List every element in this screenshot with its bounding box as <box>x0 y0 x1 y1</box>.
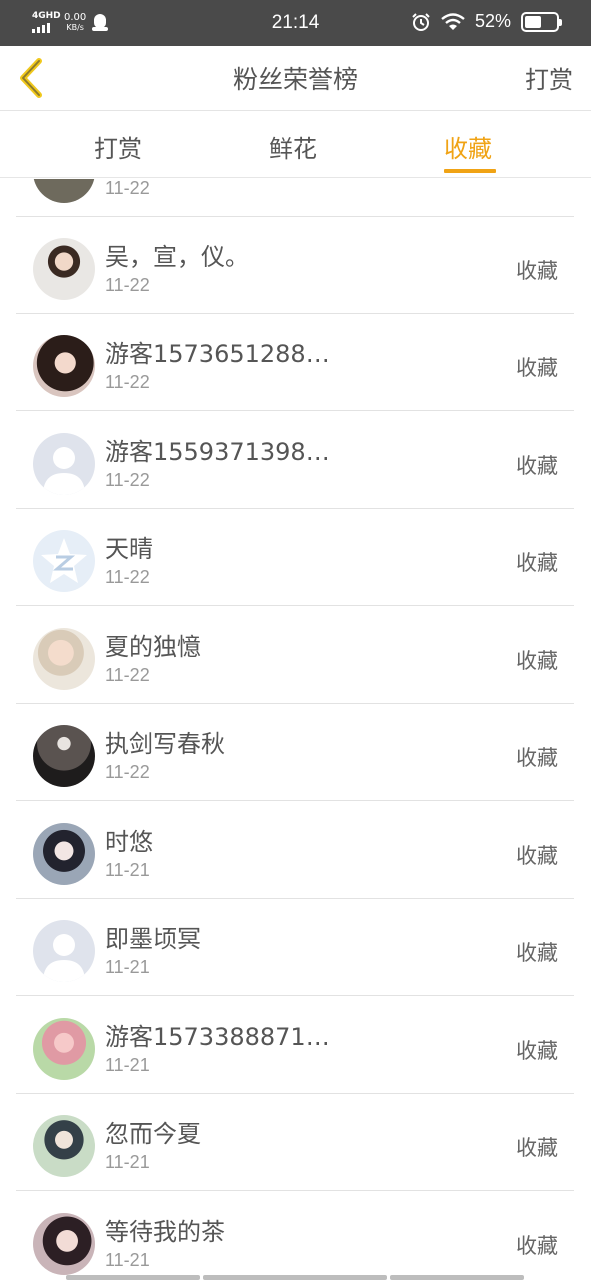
list-item-name: 夏的独憶 <box>105 633 201 661</box>
page-title: 粉丝荣誉榜 <box>232 65 358 94</box>
reward-button[interactable]: 打赏 <box>525 60 573 95</box>
list-item-date: 11-22 <box>105 567 150 587</box>
list-item-action: 收藏 <box>516 941 558 965</box>
list-item-date: 11-21 <box>105 1152 150 1172</box>
list-item-name: 等待我的茶 <box>105 1218 225 1246</box>
bottom-indicator <box>203 1275 387 1280</box>
list-item[interactable]: 游客1573388871… 11-21 收藏 <box>16 997 574 1094</box>
list-item[interactable]: 时悠 11-21 收藏 <box>16 802 574 899</box>
list-item-action: 收藏 <box>516 1234 558 1258</box>
list-item[interactable]: 游客1559371398… 11-22 收藏 <box>16 412 574 509</box>
wifi-icon <box>441 12 465 30</box>
list-item[interactable]: 等待我的茶 11-21 收藏 <box>16 1192 574 1280</box>
tab-bar: 打赏 鲜花 收藏 <box>0 112 591 178</box>
avatar <box>33 238 95 300</box>
fan-list[interactable]: 11-22 吴，宣，仪。 11-22 收藏 游客1573651288… 11-2… <box>0 179 591 1280</box>
list-item-action: 收藏 <box>516 259 558 283</box>
bottom-indicator <box>66 1275 200 1280</box>
list-item-date: 11-21 <box>105 957 150 977</box>
list-item-action: 收藏 <box>516 454 558 478</box>
list-item[interactable]: 天晴 11-22 收藏 <box>16 509 574 606</box>
bottom-indicator <box>390 1275 524 1280</box>
avatar <box>33 725 95 787</box>
tab-reward[interactable]: 打赏 <box>94 129 142 164</box>
list-item-date: 11-22 <box>105 372 150 392</box>
list-item-action: 收藏 <box>516 649 558 673</box>
avatar <box>33 179 95 203</box>
list-item-date: 11-21 <box>105 1250 150 1270</box>
avatar <box>33 1213 95 1275</box>
list-item[interactable]: 吴，宣，仪。 11-22 收藏 <box>16 217 574 314</box>
list-item-action: 收藏 <box>516 1136 558 1160</box>
avatar <box>33 1115 95 1177</box>
list-item-name: 忽而今夏 <box>105 1120 201 1148</box>
list-item-action: 收藏 <box>516 844 558 868</box>
list-item-date: 11-22 <box>105 179 150 198</box>
alarm-icon <box>412 12 430 31</box>
list-item-name: 游客1573651288… <box>105 340 330 368</box>
list-item[interactable]: 忽而今夏 11-21 收藏 <box>16 1094 574 1191</box>
list-item-name: 游客1573388871… <box>105 1023 330 1051</box>
list-item[interactable]: 即墨顷冥 11-21 收藏 <box>16 899 574 996</box>
list-item-date: 11-21 <box>105 860 150 880</box>
default-avatar-icon <box>33 920 95 982</box>
list-item[interactable]: 游客1573651288… 11-22 收藏 <box>16 314 574 411</box>
list-item-action: 收藏 <box>516 551 558 575</box>
battery-percent: 52% <box>474 11 511 31</box>
list-item-date: 11-22 <box>105 665 150 685</box>
list-item-name: 执剑写春秋 <box>105 730 225 758</box>
status-right: 52% <box>411 11 562 32</box>
tab-flowers[interactable]: 鲜花 <box>269 129 317 164</box>
avatar <box>33 628 95 690</box>
list-item[interactable]: 执剑写春秋 11-22 收藏 <box>16 704 574 801</box>
list-item-name: 吴，宣，仪。 <box>105 243 249 271</box>
list-item-name: 游客1559371398… <box>105 438 330 466</box>
active-tab-indicator <box>444 169 496 173</box>
list-item-action: 收藏 <box>516 746 558 770</box>
status-bar: 4GHD 0.00 KB/s 21:14 52% <box>0 0 591 46</box>
list-item[interactable]: 夏的独憶 11-22 收藏 <box>16 607 574 704</box>
avatar <box>33 1018 95 1080</box>
list-item-date: 11-21 <box>105 1055 150 1075</box>
list-item-name: 时悠 <box>105 828 153 856</box>
qzone-star-icon <box>33 530 95 592</box>
avatar <box>33 823 95 885</box>
list-item-date: 11-22 <box>105 762 150 782</box>
nav-bar: 粉丝荣誉榜 打赏 <box>0 46 591 111</box>
tab-favorites[interactable]: 收藏 <box>444 129 492 164</box>
avatar <box>33 335 95 397</box>
list-item-action: 收藏 <box>516 1039 558 1063</box>
list-item-name: 天晴 <box>105 535 153 563</box>
list-item-date: 11-22 <box>105 275 150 295</box>
list-item-action: 收藏 <box>516 356 558 380</box>
list-item-date: 11-22 <box>105 470 150 490</box>
battery-icon <box>521 11 562 32</box>
default-avatar-icon <box>33 433 95 495</box>
list-item[interactable]: 11-22 <box>16 179 574 217</box>
list-item-name: 即墨顷冥 <box>105 925 201 953</box>
